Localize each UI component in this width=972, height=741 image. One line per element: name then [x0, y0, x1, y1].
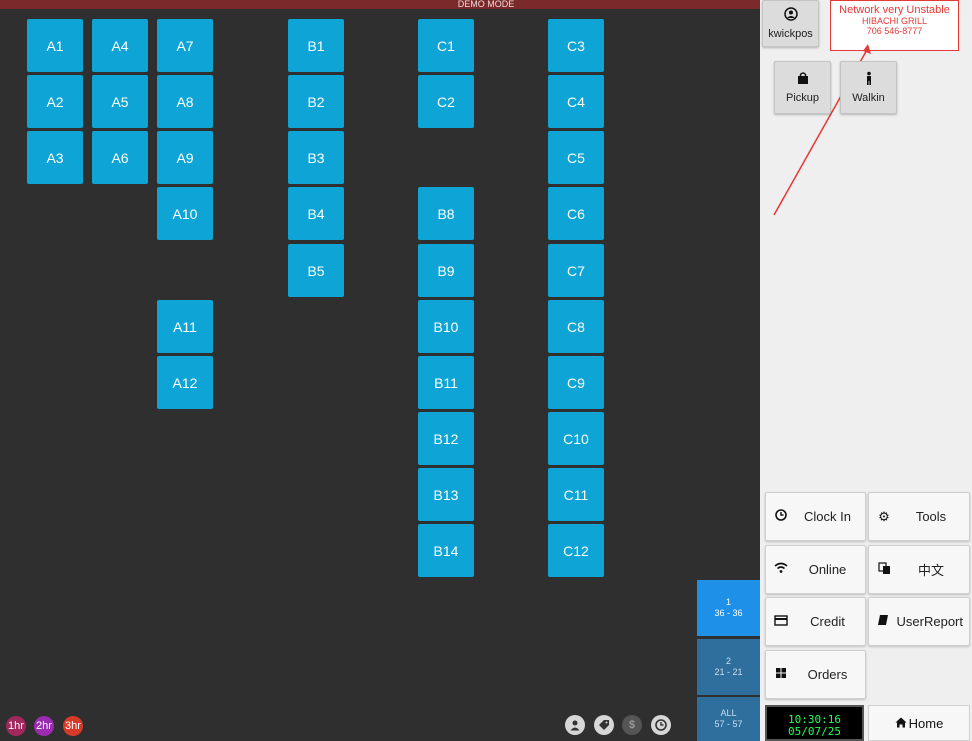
credit-card-icon	[766, 614, 796, 629]
table-c2[interactable]: C2	[418, 75, 474, 128]
tag-icon[interactable]	[594, 715, 614, 735]
table-b8[interactable]: B8	[418, 187, 474, 240]
table-c7[interactable]: C7	[548, 244, 604, 297]
network-warning: Network very Unstable	[839, 4, 950, 16]
home-icon	[895, 716, 907, 731]
table-a10[interactable]: A10	[157, 187, 213, 240]
clock-date: 05/07/25	[788, 725, 841, 738]
home-button[interactable]: Home	[868, 705, 970, 741]
table-b4[interactable]: B4	[288, 187, 344, 240]
table-a9[interactable]: A9	[157, 131, 213, 184]
wifi-icon	[766, 562, 796, 577]
user-report-button[interactable]: UserReport	[868, 597, 970, 646]
table-b3[interactable]: B3	[288, 131, 344, 184]
table-c3[interactable]: C3	[548, 19, 604, 72]
table-c12[interactable]: C12	[548, 524, 604, 577]
floor-plan: A1 A2 A3 A4 A5 A6 A7 A8 A9 A10 A11 A12 B…	[0, 9, 760, 741]
restaurant-name: HIBACHI GRILL	[861, 16, 928, 26]
page-label: 1	[725, 597, 731, 607]
clock-icon[interactable]	[651, 715, 671, 735]
orders-label: Orders	[807, 667, 848, 682]
page-all-button[interactable]: ALL 57 - 57	[697, 697, 760, 741]
table-a3[interactable]: A3	[27, 131, 83, 184]
online-label: Online	[808, 562, 847, 577]
page-1-button[interactable]: 1 36 - 36	[697, 580, 760, 636]
pickup-label: Pickup	[785, 92, 820, 104]
table-c11[interactable]: C11	[548, 468, 604, 521]
person-icon[interactable]	[565, 715, 585, 735]
walkin-label: Walkin	[852, 92, 885, 104]
home-label: Home	[908, 715, 944, 731]
user-button[interactable]: kwickpos	[762, 0, 819, 47]
table-b14[interactable]: B14	[418, 524, 474, 577]
timer-1hr-badge[interactable]: 1hr	[6, 716, 26, 736]
grid-icon	[766, 667, 796, 682]
table-a12[interactable]: A12	[157, 356, 213, 409]
table-b13[interactable]: B13	[418, 468, 474, 521]
page-label: 2	[725, 656, 731, 666]
page-range: 21 - 21	[714, 667, 743, 677]
table-a5[interactable]: A5	[92, 75, 148, 128]
pickup-button[interactable]: Pickup	[774, 61, 831, 114]
user-circle-icon	[783, 7, 798, 25]
timer-2hr-badge[interactable]: 2hr	[34, 716, 54, 736]
page-2-button[interactable]: 2 21 - 21	[697, 639, 760, 695]
table-b1[interactable]: B1	[288, 19, 344, 72]
online-button[interactable]: Online	[765, 545, 866, 594]
table-b2[interactable]: B2	[288, 75, 344, 128]
tools-button[interactable]: ⚙ Tools	[868, 492, 970, 541]
table-b5[interactable]: B5	[288, 244, 344, 297]
page-label: ALL	[720, 708, 737, 718]
page-range: 36 - 36	[714, 608, 743, 618]
table-c10[interactable]: C10	[548, 412, 604, 465]
table-a2[interactable]: A2	[27, 75, 83, 128]
table-b11[interactable]: B11	[418, 356, 474, 409]
credit-button[interactable]: Credit	[765, 597, 866, 646]
table-a8[interactable]: A8	[157, 75, 213, 128]
table-c1[interactable]: C1	[418, 19, 474, 72]
clock-in-button[interactable]: Clock In	[765, 492, 866, 541]
language-label: 中文	[917, 563, 944, 578]
gears-icon: ⚙	[878, 508, 890, 524]
timer-3hr-badge[interactable]: 3hr	[63, 716, 83, 736]
clock-in-label: Clock In	[804, 509, 851, 524]
table-c4[interactable]: C4	[548, 75, 604, 128]
tools-label: Tools	[915, 509, 947, 524]
table-b9[interactable]: B9	[418, 244, 474, 297]
table-a6[interactable]: A6	[92, 131, 148, 184]
user-name: kwickpos	[768, 28, 813, 40]
clock-icon	[766, 509, 796, 524]
page-range: 57 - 57	[714, 719, 743, 729]
orders-button[interactable]: Orders	[765, 650, 866, 699]
table-c6[interactable]: C6	[548, 187, 604, 240]
table-c5[interactable]: C5	[548, 131, 604, 184]
table-c9[interactable]: C9	[548, 356, 604, 409]
language-icon	[869, 561, 899, 578]
network-notice: Network very Unstable HIBACHI GRILL 706 …	[830, 0, 959, 51]
user-report-label: UserReport	[896, 614, 963, 629]
language-button[interactable]: 中文	[868, 545, 970, 594]
credit-label: Credit	[810, 614, 845, 629]
table-b10[interactable]: B10	[418, 300, 474, 353]
clock-display: 10:30:16 05/07/25	[765, 705, 864, 741]
walkin-button[interactable]: Walkin	[840, 61, 897, 114]
dollar-icon[interactable]: $	[622, 715, 642, 735]
shopping-bag-icon	[796, 71, 810, 89]
restaurant-phone: 706 546-8777	[866, 26, 923, 36]
table-a7[interactable]: A7	[157, 19, 213, 72]
table-c8[interactable]: C8	[548, 300, 604, 353]
table-b12[interactable]: B12	[418, 412, 474, 465]
table-a4[interactable]: A4	[92, 19, 148, 72]
book-icon	[869, 614, 897, 629]
walking-person-icon	[862, 71, 876, 89]
table-a11[interactable]: A11	[157, 300, 213, 353]
table-a1[interactable]: A1	[27, 19, 83, 72]
